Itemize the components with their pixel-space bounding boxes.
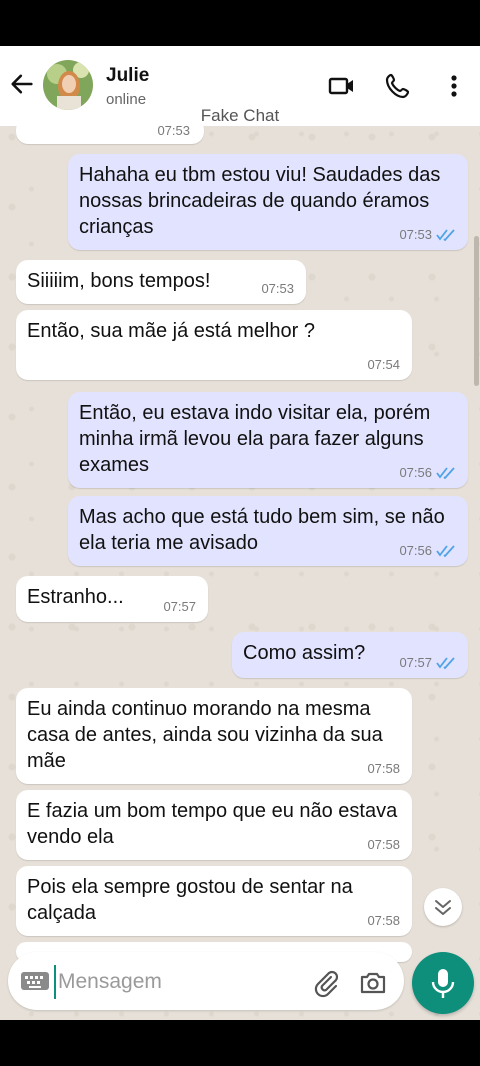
message-text: Siiiiim, bons tempos! (27, 270, 211, 292)
message-text: Pois ela sempre gostou de sentar na calç… (27, 876, 353, 924)
message-time: 07:53 (261, 281, 294, 296)
back-arrow-icon[interactable] (8, 70, 36, 98)
avatar[interactable] (43, 60, 93, 110)
message-bubble-incoming[interactable]: Estranho... 07:57 (16, 576, 208, 622)
message-bubble-outgoing[interactable]: Então, eu estava indo visitar ela, porém… (68, 392, 468, 488)
scroll-down-button[interactable] (424, 888, 462, 926)
message-bubble-incoming[interactable]: Siiiiim, bons tempos! 07:53 (16, 260, 306, 304)
read-ticks-icon (436, 467, 455, 479)
more-options-icon[interactable] (440, 72, 468, 100)
message-text: Eu ainda continuo morando na mesma casa … (27, 698, 383, 772)
message-text: Estranho... (27, 586, 124, 608)
read-ticks-icon (436, 657, 455, 669)
message-text: Hahaha eu tbm estou viu! Saudades das no… (79, 164, 441, 238)
message-bubble-incoming[interactable]: Eu ainda continuo morando na mesma casa … (16, 688, 412, 784)
status-bar (0, 0, 480, 46)
chat-screen: 07:53 Hahaha eu tbm estou viu! Saudades … (0, 46, 480, 1020)
read-ticks-icon (436, 229, 455, 241)
message-time: 07:58 (367, 837, 400, 852)
message-bubble-outgoing[interactable]: Como assim? 07:57 (232, 632, 468, 678)
message-time: 07:53 (157, 123, 190, 138)
message-time: 07:56 (399, 465, 432, 480)
contact-name[interactable]: Julie (106, 65, 149, 87)
message-text: Então, eu estava indo visitar ela, porém… (79, 402, 431, 476)
message-time: 07:53 (399, 227, 432, 242)
phone-icon[interactable] (384, 72, 412, 100)
video-call-icon[interactable] (328, 72, 356, 100)
message-time: 07:54 (367, 357, 400, 372)
mic-button[interactable] (412, 952, 474, 1014)
message-time: 07:57 (399, 655, 432, 670)
keyboard-icon[interactable] (20, 968, 50, 994)
scrollbar[interactable] (474, 236, 479, 386)
message-text: Mas acho que está tudo bem sim, se não e… (79, 506, 445, 554)
message-time: 07:57 (163, 599, 196, 614)
message-bubble-incoming[interactable]: Pois ela sempre gostou de sentar na calç… (16, 866, 412, 936)
message-time: 07:56 (399, 543, 432, 558)
message-text: Então, sua mãe já está melhor ? (27, 320, 315, 342)
message-time: 07:58 (367, 913, 400, 928)
message-composer (8, 952, 404, 1010)
navigation-bar (0, 1020, 480, 1066)
chat-header: Julie online Fake Chat (0, 46, 480, 126)
message-text: Como assim? (243, 642, 366, 664)
read-ticks-icon (436, 545, 455, 557)
message-text: E fazia um bom tempo que eu não estava v… (27, 800, 398, 848)
scroll-down-icon (435, 900, 451, 915)
mic-icon (431, 969, 455, 998)
message-time: 07:58 (367, 761, 400, 776)
message-bubble-outgoing[interactable]: Hahaha eu tbm estou viu! Saudades das no… (68, 154, 468, 250)
message-input[interactable] (54, 965, 260, 999)
message-bubble-incoming[interactable]: Então, sua mãe já está melhor ? 07:54 (16, 310, 412, 380)
camera-icon[interactable] (358, 968, 388, 998)
message-bubble-outgoing[interactable]: Mas acho que está tudo bem sim, se não e… (68, 496, 468, 566)
fake-chat-banner: Fake Chat (200, 106, 280, 125)
message-bubble-incoming[interactable]: E fazia um bom tempo que eu não estava v… (16, 790, 412, 860)
attach-icon[interactable] (311, 968, 341, 998)
